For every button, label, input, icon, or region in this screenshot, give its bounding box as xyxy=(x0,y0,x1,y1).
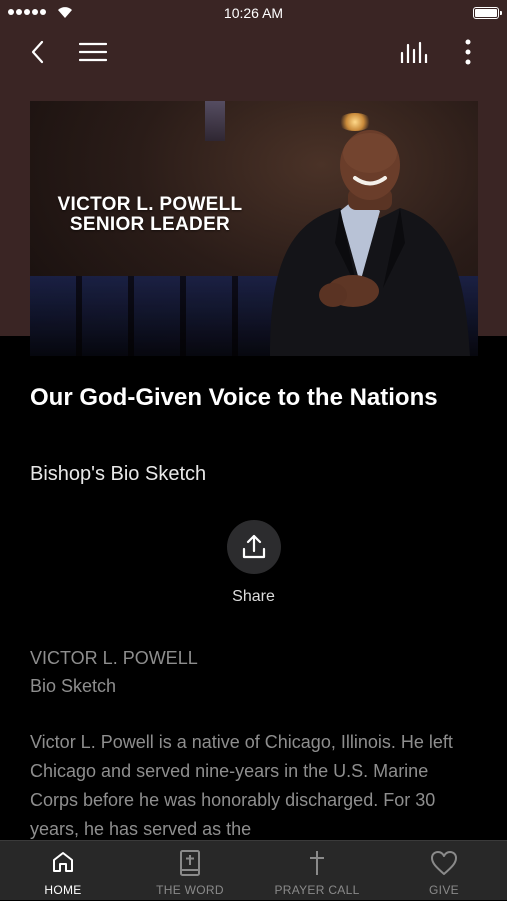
audio-bars-icon[interactable] xyxy=(400,41,430,63)
heart-icon xyxy=(431,851,457,875)
cross-icon xyxy=(310,851,324,875)
stage-light xyxy=(205,101,225,141)
home-icon xyxy=(53,852,73,872)
bible-icon xyxy=(180,850,200,876)
tab-home-label: HOME xyxy=(44,883,82,897)
share-label: Share xyxy=(232,588,275,605)
hero-title-line2: SENIOR LEADER xyxy=(69,214,231,235)
section-label: Bio Sketch xyxy=(30,676,117,696)
hero-image: VICTOR L. POWELL SENIOR LEADER xyxy=(30,101,478,356)
hero-title: VICTOR L. POWELL SENIOR LEADER xyxy=(45,195,255,235)
hero-title-line1: VICTOR L. POWELL xyxy=(57,194,243,215)
author-name: VICTOR L. POWELL xyxy=(30,648,198,668)
speaker-portrait xyxy=(270,130,470,356)
share-button[interactable] xyxy=(227,520,281,574)
tab-the-word-label: THE WORD xyxy=(156,883,224,897)
tab-prayer-call-label: PRAYER CALL xyxy=(274,883,360,897)
hamburger-menu-icon[interactable] xyxy=(79,42,107,62)
tab-bar: HOME THE WORD PRAYER CALL GIVE xyxy=(0,840,507,900)
battery-icon xyxy=(473,7,502,19)
status-bar: 10:26 AM xyxy=(0,0,507,28)
tab-prayer-call[interactable]: PRAYER CALL xyxy=(254,841,380,901)
article-title: Our God-Given Voice to the Nations xyxy=(30,384,438,411)
tab-give-label: GIVE xyxy=(429,883,459,897)
status-time: 10:26 AM xyxy=(223,5,284,21)
tab-give[interactable]: GIVE xyxy=(381,841,507,901)
vertical-ellipsis-icon[interactable] xyxy=(463,38,473,66)
body-text: Victor L. Powell is a native of Chicago,… xyxy=(30,732,453,839)
share-icon xyxy=(242,534,266,559)
tab-the-word[interactable]: THE WORD xyxy=(127,841,253,901)
tab-home[interactable]: HOME xyxy=(0,841,126,901)
article-subtitle: Bishop's Bio Sketch xyxy=(30,463,207,485)
chevron-left-icon[interactable] xyxy=(30,40,46,64)
